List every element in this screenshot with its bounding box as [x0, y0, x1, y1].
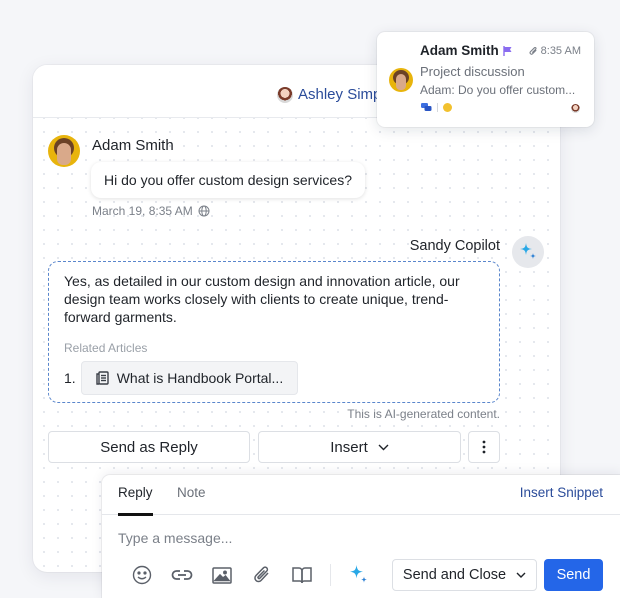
- send-and-close-dropdown[interactable]: Send and Close: [392, 559, 537, 591]
- ai-assist-button[interactable]: [339, 563, 379, 587]
- sentiment-emoji-icon: [443, 103, 452, 112]
- insert-button[interactable]: Insert: [258, 431, 461, 463]
- copilot-name: Sandy Copilot: [409, 238, 500, 254]
- chevron-down-icon: [516, 572, 526, 578]
- send-and-close-label: Send and Close: [402, 567, 507, 583]
- more-vertical-icon: [482, 440, 486, 454]
- copilot-avatar: [512, 236, 544, 268]
- popup-customer-name: Adam Smith: [420, 43, 512, 58]
- message-input[interactable]: [118, 528, 598, 548]
- popup-agent-avatar: [571, 104, 580, 113]
- tab-reply[interactable]: Reply: [118, 485, 153, 500]
- customer-avatar: [48, 135, 80, 167]
- related-article-item: 1. What is Handbook Portal...: [64, 361, 484, 395]
- sparkle-icon: [520, 243, 536, 259]
- tab-note[interactable]: Note: [177, 485, 206, 500]
- chat-channel-icon: [421, 103, 432, 111]
- image-button[interactable]: [202, 563, 242, 587]
- popup-divider: [437, 103, 438, 112]
- emoji-button[interactable]: [122, 563, 162, 587]
- link-button[interactable]: [162, 563, 202, 587]
- article-title: What is Handbook Portal...: [116, 370, 284, 386]
- timestamp-text: March 19, 8:35 AM: [92, 204, 193, 218]
- flag-icon: [503, 45, 512, 56]
- ai-sparkle-icon: [350, 565, 367, 583]
- more-options-button[interactable]: [468, 431, 500, 463]
- ai-disclaimer: This is AI-generated content.: [347, 407, 500, 421]
- ai-response-text: Yes, as detailed in our custom design an…: [64, 273, 460, 325]
- customer-name: Adam Smith: [92, 137, 174, 154]
- attachment-icon: [254, 566, 269, 583]
- send-button[interactable]: Send: [544, 559, 603, 591]
- assignee-name: Ashley Simp: [298, 86, 382, 103]
- ai-response: Yes, as detailed in our custom design an…: [48, 261, 500, 403]
- popup-name-text: Adam Smith: [420, 43, 499, 58]
- insert-snippet-link[interactable]: Insert Snippet: [520, 485, 603, 500]
- popup-preview: Adam: Do you offer custom...: [420, 83, 576, 97]
- chevron-down-icon: [378, 444, 389, 450]
- assignee-avatar: [277, 86, 293, 103]
- link-icon: [171, 570, 193, 580]
- reply-composer: Reply Note Insert Snippet Send and C: [102, 475, 620, 598]
- message-timestamp: March 19, 8:35 AM: [92, 204, 210, 218]
- composer-toolbar: [122, 563, 379, 587]
- customer-message-text: Hi do you offer custom design services?: [104, 172, 352, 188]
- knowledge-base-icon: [292, 567, 312, 584]
- article-link[interactable]: What is Handbook Portal...: [80, 361, 299, 395]
- article-index: 1.: [64, 370, 76, 386]
- active-tab-indicator: [118, 513, 153, 516]
- send-as-reply-button[interactable]: Send as Reply: [48, 431, 250, 463]
- attach-button[interactable]: [242, 563, 282, 587]
- customer-message: Hi do you offer custom design services?: [91, 162, 365, 198]
- globe-icon: [198, 205, 210, 217]
- send-as-reply-label: Send as Reply: [100, 438, 198, 456]
- related-articles-label: Related Articles: [64, 341, 148, 355]
- send-label: Send: [556, 567, 591, 583]
- conversation-preview-card[interactable]: Adam Smith 8:35 AM Project discussion Ad…: [377, 32, 594, 127]
- popup-time: 8:35 AM: [529, 45, 581, 57]
- insert-label: Insert: [330, 438, 368, 456]
- article-icon: [95, 371, 109, 385]
- image-icon: [212, 566, 232, 584]
- popup-time-text: 8:35 AM: [540, 45, 581, 57]
- popup-meta: [421, 103, 452, 112]
- emoji-icon: [132, 565, 152, 585]
- assignee[interactable]: Ashley Simp: [277, 86, 381, 103]
- popup-subject: Project discussion: [420, 64, 525, 79]
- attachment-icon: [529, 46, 537, 55]
- composer-tabs: Reply Note Insert Snippet: [102, 475, 620, 516]
- popup-customer-avatar: [389, 68, 413, 92]
- toolbar-divider: [330, 564, 331, 586]
- knowledge-base-button[interactable]: [282, 563, 322, 587]
